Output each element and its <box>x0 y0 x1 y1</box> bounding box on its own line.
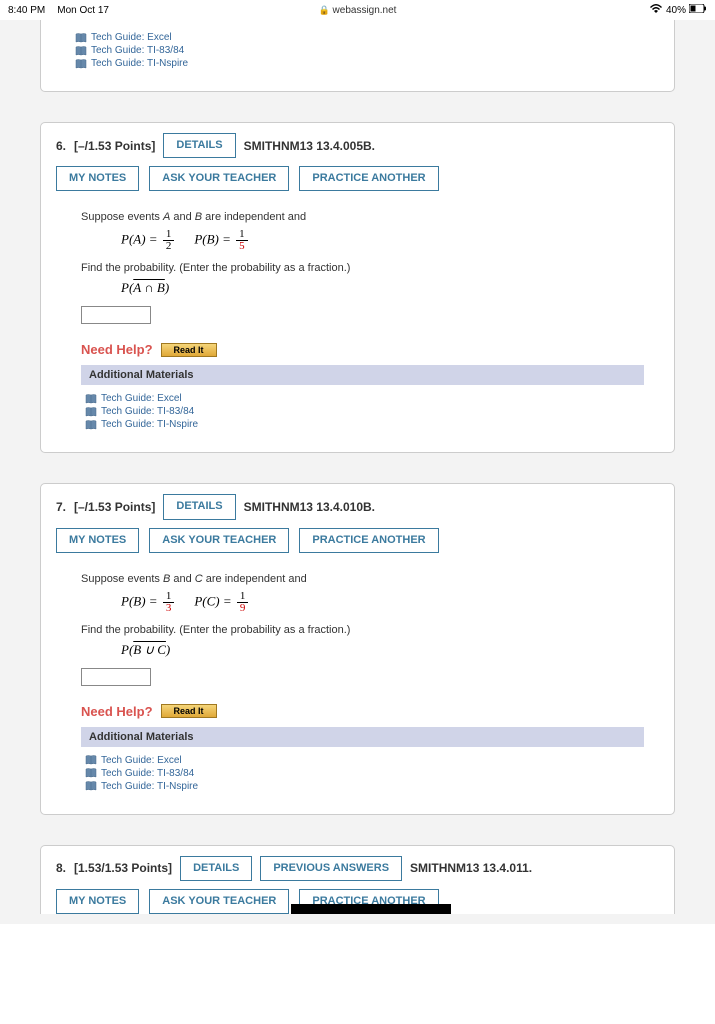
tech-guide-label: Tech Guide: Excel <box>101 393 182 404</box>
book-icon <box>75 59 87 69</box>
my-notes-button[interactable]: MY NOTES <box>56 166 139 191</box>
url-text: webassign.net <box>333 5 397 16</box>
book-icon <box>85 781 97 791</box>
need-help-label: Need Help? <box>81 704 153 719</box>
ask-teacher-button[interactable]: ASK YOUR TEACHER <box>149 528 289 553</box>
question-remnant: Tech Guide: Excel Tech Guide: TI-83/84 T… <box>40 20 675 92</box>
tech-guide-label: Tech Guide: TI-83/84 <box>91 45 184 56</box>
question-ref: SMITHNM13 13.4.005B. <box>244 139 375 153</box>
tech-guide-label: Tech Guide: TI-Nspire <box>101 419 198 430</box>
answer-input[interactable] <box>81 668 151 686</box>
math-given: P(B) = 13 P(C) = 19 <box>121 591 644 614</box>
question-6: 6. [–/1.53 Points] DETAILS SMITHNM13 13.… <box>40 122 675 453</box>
details-button[interactable]: DETAILS <box>163 133 235 158</box>
book-icon <box>85 755 97 765</box>
math-given: P(A) = 12 P(B) = 15 <box>121 229 644 252</box>
question-points: [–/1.53 Points] <box>74 139 155 153</box>
tech-guide-ti83[interactable]: Tech Guide: TI-83/84 <box>85 406 644 417</box>
tech-guide-label: Tech Guide: TI-83/84 <box>101 768 194 779</box>
url-bar: 🔒 webassign.net <box>0 5 715 16</box>
question-points: [–/1.53 Points] <box>74 500 155 514</box>
tech-guides: Tech Guide: Excel Tech Guide: TI-83/84 T… <box>81 393 644 430</box>
status-bar: 8:40 PM Mon Oct 17 🔒 webassign.net 40% <box>0 0 715 20</box>
question-number: 6. <box>56 139 66 153</box>
book-icon <box>75 33 87 43</box>
practice-another-button[interactable]: PRACTICE ANOTHER <box>299 166 438 191</box>
question-number: 8. <box>56 861 66 875</box>
tech-guide-excel[interactable]: Tech Guide: Excel <box>85 755 644 766</box>
tech-guide-ti83[interactable]: Tech Guide: TI-83/84 <box>85 768 644 779</box>
tech-guides: Tech Guide: Excel Tech Guide: TI-83/84 T… <box>81 755 644 792</box>
probability-expression: P(A ∩ B) <box>121 280 644 296</box>
tech-guide-label: Tech Guide: TI-83/84 <box>101 406 194 417</box>
details-button[interactable]: DETAILS <box>163 494 235 519</box>
question-ref: SMITHNM13 13.4.011. <box>410 861 532 875</box>
need-help-row: Need Help? Read It <box>81 704 644 719</box>
read-it-button[interactable]: Read It <box>161 704 217 718</box>
need-help-label: Need Help? <box>81 342 153 357</box>
question-instruction: Find the probability. (Enter the probabi… <box>81 624 644 636</box>
previous-answers-button[interactable]: PREVIOUS ANSWERS <box>260 856 402 881</box>
question-body: Suppose events B and C are independent a… <box>41 563 674 814</box>
my-notes-button[interactable]: MY NOTES <box>56 889 139 914</box>
tech-guide-excel[interactable]: Tech Guide: Excel <box>75 32 644 43</box>
ask-teacher-button[interactable]: ASK YOUR TEACHER <box>149 166 289 191</box>
question-number: 7. <box>56 500 66 514</box>
question-text: Suppose events A and B are independent a… <box>81 211 644 223</box>
question-body: Suppose events A and B are independent a… <box>41 201 674 452</box>
tech-guide-label: Tech Guide: TI-Nspire <box>101 781 198 792</box>
question-text: Suppose events B and C are independent a… <box>81 573 644 585</box>
tech-guide-label: Tech Guide: Excel <box>101 755 182 766</box>
tech-guide-excel[interactable]: Tech Guide: Excel <box>85 393 644 404</box>
redaction-bar <box>291 904 451 914</box>
question-header: 6. [–/1.53 Points] DETAILS SMITHNM13 13.… <box>41 123 674 191</box>
book-icon <box>75 46 87 56</box>
page-content: Tech Guide: Excel Tech Guide: TI-83/84 T… <box>0 20 715 924</box>
book-icon <box>85 420 97 430</box>
book-icon <box>85 407 97 417</box>
probability-expression: P(B ∪ C) <box>121 642 644 658</box>
details-button[interactable]: DETAILS <box>180 856 252 881</box>
question-7: 7. [–/1.53 Points] DETAILS SMITHNM13 13.… <box>40 483 675 814</box>
additional-materials-header: Additional Materials <box>81 365 644 385</box>
tech-guide-nspire[interactable]: Tech Guide: TI-Nspire <box>85 419 644 430</box>
question-points: [1.53/1.53 Points] <box>74 861 172 875</box>
book-icon <box>85 768 97 778</box>
book-icon <box>85 394 97 404</box>
need-help-row: Need Help? Read It <box>81 342 644 357</box>
answer-input[interactable] <box>81 306 151 324</box>
tech-guides: Tech Guide: Excel Tech Guide: TI-83/84 T… <box>71 32 644 69</box>
tech-guide-ti83[interactable]: Tech Guide: TI-83/84 <box>75 45 644 56</box>
question-8: 8. [1.53/1.53 Points] DETAILS PREVIOUS A… <box>40 845 675 914</box>
additional-materials-header: Additional Materials <box>81 727 644 747</box>
tech-guide-nspire[interactable]: Tech Guide: TI-Nspire <box>75 58 644 69</box>
tech-guide-label: Tech Guide: Excel <box>91 32 172 43</box>
question-header: 7. [–/1.53 Points] DETAILS SMITHNM13 13.… <box>41 484 674 552</box>
tech-guide-label: Tech Guide: TI-Nspire <box>91 58 188 69</box>
practice-another-button[interactable]: PRACTICE ANOTHER <box>299 528 438 553</box>
lock-icon: 🔒 <box>319 5 330 15</box>
tech-guide-nspire[interactable]: Tech Guide: TI-Nspire <box>85 781 644 792</box>
ask-teacher-button[interactable]: ASK YOUR TEACHER <box>149 889 289 914</box>
question-ref: SMITHNM13 13.4.010B. <box>244 500 375 514</box>
question-instruction: Find the probability. (Enter the probabi… <box>81 262 644 274</box>
my-notes-button[interactable]: MY NOTES <box>56 528 139 553</box>
read-it-button[interactable]: Read It <box>161 343 217 357</box>
